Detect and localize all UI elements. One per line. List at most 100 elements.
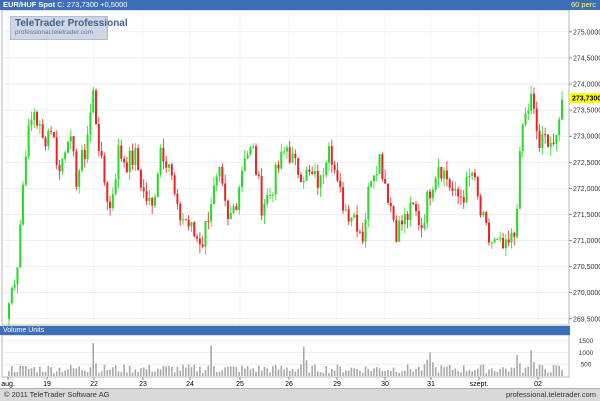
volume-bar xyxy=(100,371,103,376)
instrument-info[interactable]: EUR/HUF Spot C: 273,7300 +0,5000 xyxy=(3,0,127,10)
candle-body xyxy=(468,175,471,178)
candle-body xyxy=(507,239,510,243)
candle-body xyxy=(33,112,36,121)
candle-body xyxy=(50,131,53,133)
volume-bar xyxy=(196,371,198,376)
price-tick-label: 271,5000 xyxy=(573,212,600,219)
volume-bar xyxy=(274,364,277,376)
candle-body xyxy=(316,170,319,188)
website-link[interactable]: professional.teletrader.com xyxy=(506,389,596,400)
volume-bar xyxy=(288,370,291,376)
volume-bar xyxy=(81,370,83,376)
volume-bar xyxy=(120,371,123,376)
time-tick-label: 23 xyxy=(139,381,147,388)
volume-bar xyxy=(446,366,448,376)
volume-bar xyxy=(519,363,521,376)
volume-bar xyxy=(454,368,457,376)
candle-body xyxy=(527,110,530,114)
volume-bar xyxy=(263,366,266,376)
candle-body xyxy=(426,191,429,223)
interval-selector[interactable]: 60 perc xyxy=(571,0,596,10)
candle-body xyxy=(431,189,434,199)
volume-bar xyxy=(92,343,95,376)
volume-bar xyxy=(328,372,330,376)
volume-bar xyxy=(159,369,162,376)
volume-bar xyxy=(75,368,78,376)
candle-body xyxy=(328,146,331,163)
candle-body xyxy=(55,137,58,166)
candle-body xyxy=(30,120,33,126)
volume-bar xyxy=(168,366,170,376)
candle-body xyxy=(187,219,190,227)
candle-body xyxy=(499,237,502,240)
candle-body xyxy=(330,146,333,165)
candle-body xyxy=(246,154,249,159)
candle-body xyxy=(123,158,126,163)
volume-bar xyxy=(151,371,153,376)
candle-body xyxy=(100,150,103,157)
volume-bar xyxy=(156,368,159,376)
volume-bar xyxy=(266,368,269,376)
candle-body xyxy=(117,145,120,180)
candle-body xyxy=(541,134,544,148)
candle-body xyxy=(311,171,314,175)
volume-bar xyxy=(457,371,459,376)
candle-body xyxy=(36,112,39,126)
candle-body xyxy=(162,147,165,162)
volume-bar xyxy=(58,367,61,376)
volume-bar xyxy=(479,365,482,376)
volume-bar xyxy=(336,364,339,376)
candle-body xyxy=(27,125,30,157)
candle-body xyxy=(61,159,64,172)
volume-bar xyxy=(521,372,524,376)
volume-bar xyxy=(179,370,182,376)
volume-bar xyxy=(392,367,395,376)
candle-body xyxy=(476,177,479,197)
candle-body xyxy=(429,191,432,199)
candle-body xyxy=(260,175,263,216)
candle-body xyxy=(221,166,224,184)
candle-body xyxy=(356,214,359,232)
candle-body xyxy=(229,212,232,220)
candle-body xyxy=(440,166,443,179)
candle-body xyxy=(64,152,67,160)
volume-bar xyxy=(19,365,22,376)
candle-body xyxy=(350,217,353,222)
volume-bar xyxy=(47,365,50,376)
volume-bar xyxy=(109,369,111,376)
time-tick-label: 25 xyxy=(236,381,244,388)
candle-body xyxy=(252,146,255,148)
volume-bar xyxy=(401,371,403,376)
volume-bar xyxy=(277,369,280,376)
volume-bar xyxy=(201,372,204,376)
volume-bar xyxy=(140,367,142,376)
candle-body xyxy=(423,222,426,229)
volume-bar xyxy=(322,373,325,376)
candle-body xyxy=(561,99,563,120)
price-tick-label: 274,5000 xyxy=(573,55,600,62)
volume-bar xyxy=(499,368,502,376)
volume-bar xyxy=(117,371,120,376)
candle-body xyxy=(448,179,451,188)
candle-body xyxy=(44,137,47,147)
candle-body xyxy=(358,231,361,233)
candle-body xyxy=(142,187,145,192)
price-tick-label: 275,0000 xyxy=(573,29,600,36)
volume-bar xyxy=(331,368,333,376)
volume-bar xyxy=(134,369,137,376)
volume-bar xyxy=(373,368,375,376)
candle-body xyxy=(367,186,370,220)
price-tick-label: 270,5000 xyxy=(573,264,600,271)
candle-body xyxy=(83,149,86,160)
volume-bar xyxy=(229,366,232,376)
candle-body xyxy=(473,172,476,178)
instrument-symbol: EUR/HUF Spot xyxy=(3,0,56,9)
volume-bar xyxy=(89,367,92,376)
volume-bar xyxy=(389,370,392,376)
volume-bar xyxy=(86,372,89,376)
price-tick-label: 271,0000 xyxy=(573,238,600,245)
candle-body xyxy=(558,119,561,136)
candle-body xyxy=(226,200,229,220)
candle-body xyxy=(555,135,558,144)
candle-body xyxy=(502,237,505,249)
